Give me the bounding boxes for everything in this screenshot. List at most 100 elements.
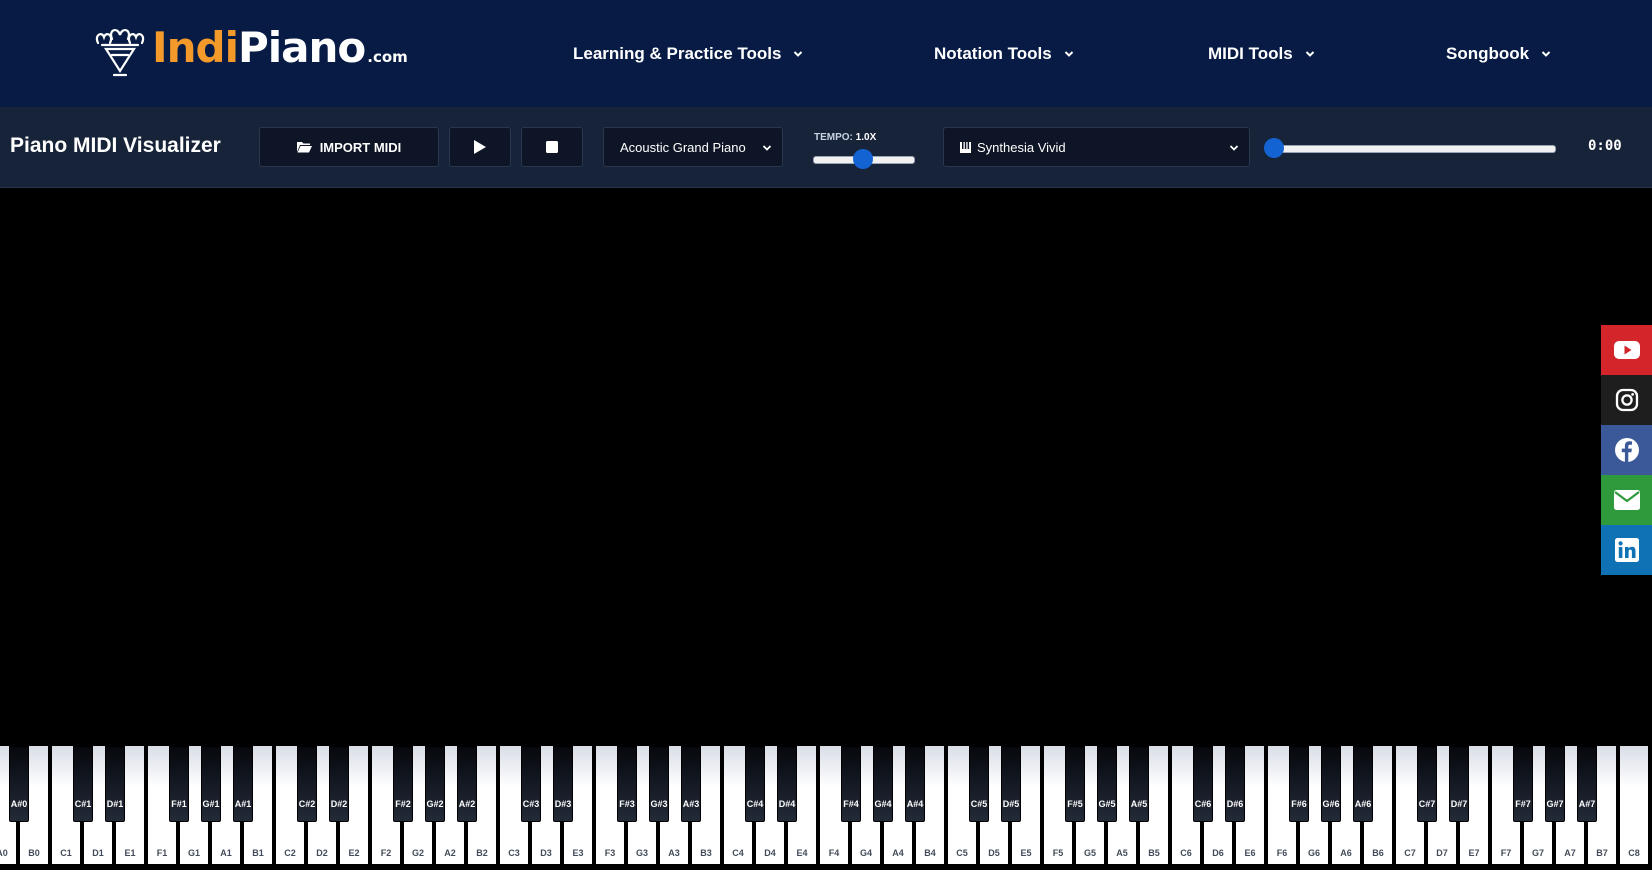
key-label: E5 <box>1020 848 1032 858</box>
key-label: G#5 <box>1098 799 1116 809</box>
black-key[interactable]: C#4 <box>745 746 765 822</box>
nav-songbook[interactable]: Songbook <box>1446 0 1551 107</box>
black-key[interactable]: C#5 <box>969 746 989 822</box>
key-label: D7 <box>1436 848 1448 858</box>
black-key[interactable]: F#4 <box>841 746 861 822</box>
key-label: E4 <box>796 848 808 858</box>
instrument-select[interactable]: Acoustic Grand Piano <box>603 127 783 167</box>
chevron-down-icon <box>1064 50 1073 57</box>
site-header: IndiPiano .com Learning & Practice Tools … <box>0 0 1652 107</box>
color-theme-select[interactable]: Synthesia Vivid <box>943 127 1250 167</box>
key-label: F3 <box>604 848 616 858</box>
key-label: B2 <box>476 848 488 858</box>
nav-learning-practice-tools[interactable]: Learning & Practice Tools <box>573 0 803 107</box>
key-label: F#6 <box>1291 799 1307 809</box>
linkedin-link[interactable] <box>1601 525 1652 575</box>
key-label: D#3 <box>554 799 572 809</box>
black-key[interactable]: A#2 <box>457 746 477 822</box>
black-key[interactable]: F#6 <box>1289 746 1309 822</box>
playback-progress-slider[interactable] <box>1270 145 1556 153</box>
key-label: D2 <box>316 848 328 858</box>
key-label: F2 <box>380 848 392 858</box>
logo-com: .com <box>367 48 408 66</box>
youtube-link[interactable] <box>1601 325 1652 375</box>
key-label: F7 <box>1500 848 1512 858</box>
black-key[interactable]: D#1 <box>105 746 125 822</box>
play-button[interactable] <box>449 127 511 167</box>
instagram-link[interactable] <box>1601 375 1652 425</box>
key-label: G#6 <box>1322 799 1340 809</box>
black-key[interactable]: G#6 <box>1321 746 1341 822</box>
black-key[interactable]: A#3 <box>681 746 701 822</box>
key-label: B3 <box>700 848 712 858</box>
black-key[interactable]: A#5 <box>1129 746 1149 822</box>
black-key[interactable]: A#0 <box>9 746 29 822</box>
key-label: A6 <box>1340 848 1352 858</box>
black-key[interactable]: D#2 <box>329 746 349 822</box>
black-key[interactable]: D#5 <box>1001 746 1021 822</box>
black-key[interactable]: F#2 <box>393 746 413 822</box>
key-label: G7 <box>1531 848 1544 858</box>
key-label: A#3 <box>682 799 700 809</box>
key-label: A3 <box>668 848 680 858</box>
chevron-down-icon <box>762 145 772 151</box>
tempo-slider-thumb[interactable] <box>853 149 873 169</box>
chevron-down-icon <box>1229 145 1239 151</box>
stop-button[interactable] <box>521 127 583 167</box>
black-key[interactable]: A#4 <box>905 746 925 822</box>
key-label: A#5 <box>1130 799 1148 809</box>
key-label: A0 <box>0 848 8 858</box>
black-key[interactable]: F#3 <box>617 746 637 822</box>
facebook-link[interactable] <box>1601 425 1652 475</box>
white-key[interactable]: C8 <box>1620 746 1650 864</box>
black-key[interactable]: D#4 <box>777 746 797 822</box>
black-key[interactable]: A#7 <box>1577 746 1597 822</box>
black-key[interactable]: C#6 <box>1193 746 1213 822</box>
logo-wordmark: IndiPiano .com <box>152 20 408 85</box>
nav-midi-tools[interactable]: MIDI Tools <box>1208 0 1315 107</box>
key-label: G4 <box>859 848 872 858</box>
black-key[interactable]: A#1 <box>233 746 253 822</box>
black-key[interactable]: D#7 <box>1449 746 1469 822</box>
import-midi-button[interactable]: IMPORT MIDI <box>259 127 439 167</box>
key-label: B5 <box>1148 848 1160 858</box>
playback-time: 0:00 <box>1588 138 1622 154</box>
key-label: A#4 <box>906 799 924 809</box>
email-link[interactable] <box>1601 475 1652 525</box>
tempo-value: 1.0X <box>855 132 877 143</box>
black-key[interactable]: G#2 <box>425 746 445 822</box>
key-label: C#7 <box>1418 799 1436 809</box>
black-key[interactable]: G#1 <box>201 746 221 822</box>
page-title: Piano MIDI Visualizer <box>10 134 221 157</box>
black-key[interactable]: D#6 <box>1225 746 1245 822</box>
black-key[interactable]: A#6 <box>1353 746 1373 822</box>
nav-notation-tools[interactable]: Notation Tools <box>934 0 1074 107</box>
black-key[interactable]: C#2 <box>297 746 317 822</box>
logo-indi: Indi <box>152 23 239 72</box>
key-label: A#2 <box>458 799 476 809</box>
key-label: A4 <box>892 848 904 858</box>
black-key[interactable]: C#7 <box>1417 746 1437 822</box>
black-key[interactable]: C#1 <box>73 746 93 822</box>
color-theme-selected-value: Synthesia Vivid <box>977 139 1066 155</box>
black-key[interactable]: F#7 <box>1513 746 1533 822</box>
play-icon <box>474 140 486 154</box>
black-key[interactable]: F#5 <box>1065 746 1085 822</box>
black-key[interactable]: F#1 <box>169 746 189 822</box>
key-label: A7 <box>1564 848 1576 858</box>
black-key[interactable]: G#4 <box>873 746 893 822</box>
logo-piano: Piano <box>238 23 366 72</box>
black-key[interactable]: C#3 <box>521 746 541 822</box>
key-label: G#4 <box>874 799 892 809</box>
key-label: F4 <box>828 848 840 858</box>
black-key[interactable]: D#3 <box>553 746 573 822</box>
key-label: C3 <box>508 848 520 858</box>
key-label: E2 <box>348 848 360 858</box>
black-key[interactable]: G#5 <box>1097 746 1117 822</box>
playback-progress-thumb[interactable] <box>1264 138 1284 158</box>
site-logo[interactable]: IndiPiano .com <box>92 20 408 85</box>
black-key[interactable]: G#7 <box>1545 746 1565 822</box>
folder-open-icon <box>296 142 312 153</box>
key-label: C#2 <box>298 799 316 809</box>
black-key[interactable]: G#3 <box>649 746 669 822</box>
